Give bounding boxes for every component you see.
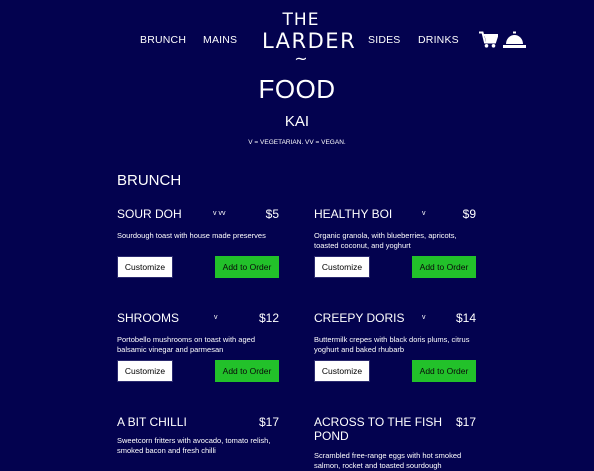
menu-item-name: A BIT CHILLI bbox=[117, 415, 187, 429]
customize-button[interactable]: Customize bbox=[314, 360, 370, 382]
menu-item-name: HEALTHY BOI bbox=[314, 207, 393, 221]
nav-link-mains[interactable]: MAINS bbox=[203, 34, 237, 46]
menu-item-price: $5 bbox=[265, 207, 279, 221]
logo[interactable]: THE LARDER ~ bbox=[262, 10, 355, 68]
menu-item-description: Organic granola, with blueberries, apric… bbox=[314, 231, 457, 250]
page-subtitle: KAI bbox=[284, 113, 310, 130]
customize-button[interactable]: Customize bbox=[314, 256, 370, 278]
menu-item-description: Sourdough toast with house made preserve… bbox=[117, 231, 266, 240]
add-to-order-button[interactable]: Add to Order bbox=[412, 360, 476, 382]
cart-icon[interactable] bbox=[479, 31, 498, 48]
menu-item-diet: v bbox=[214, 314, 218, 321]
menu-item-description: Portobello mushrooms on toast with aged … bbox=[117, 335, 255, 354]
menu-item-diet: v bbox=[422, 210, 426, 217]
menu-item-name: CREEPY DORIS bbox=[314, 311, 405, 325]
add-to-order-button[interactable]: Add to Order bbox=[215, 360, 279, 382]
page-title: FOOD bbox=[258, 74, 336, 104]
add-to-order-button[interactable]: Add to Order bbox=[412, 256, 476, 278]
nav-link-drinks[interactable]: DRINKS bbox=[418, 34, 459, 46]
menu-item-price: $17 bbox=[258, 415, 279, 429]
nav-link-sides[interactable]: SIDES bbox=[368, 34, 401, 46]
service-bell-icon[interactable] bbox=[503, 31, 526, 48]
menu-item-diet: v vv bbox=[213, 210, 226, 217]
menu-item-price: $12 bbox=[258, 311, 279, 325]
customize-button[interactable]: Customize bbox=[117, 360, 173, 382]
logo-tilde: ~ bbox=[294, 49, 308, 68]
menu-item-price: $17 bbox=[455, 415, 476, 429]
customize-button[interactable]: Customize bbox=[117, 256, 173, 278]
menu-item-price: $14 bbox=[455, 311, 476, 325]
menu-item-description: Buttermilk crepes with black doris plums… bbox=[314, 335, 470, 354]
menu-item-description: Sweetcorn fritters with avocado, tomato … bbox=[117, 436, 271, 455]
logo-line-the: THE bbox=[282, 10, 320, 30]
menu-item-description: Scrambled free-range eggs with hot smoke… bbox=[314, 451, 462, 470]
menu-item-price: $9 bbox=[462, 207, 476, 221]
nav-link-brunch[interactable]: BRUNCH bbox=[140, 34, 186, 46]
menu-item-name: ACROSS TO THE FISH POND bbox=[314, 415, 443, 443]
menu-item-diet: v bbox=[422, 314, 426, 321]
top-navigation: BRUNCH MAINS THE LARDER ~ SIDES DRINKS bbox=[0, 0, 594, 70]
add-to-order-button[interactable]: Add to Order bbox=[215, 256, 279, 278]
section-title: BRUNCH bbox=[117, 172, 182, 189]
diet-legend: V = VEGETARIAN. VV = VEGAN. bbox=[248, 139, 346, 146]
menu-item-name: SHROOMS bbox=[117, 311, 180, 325]
